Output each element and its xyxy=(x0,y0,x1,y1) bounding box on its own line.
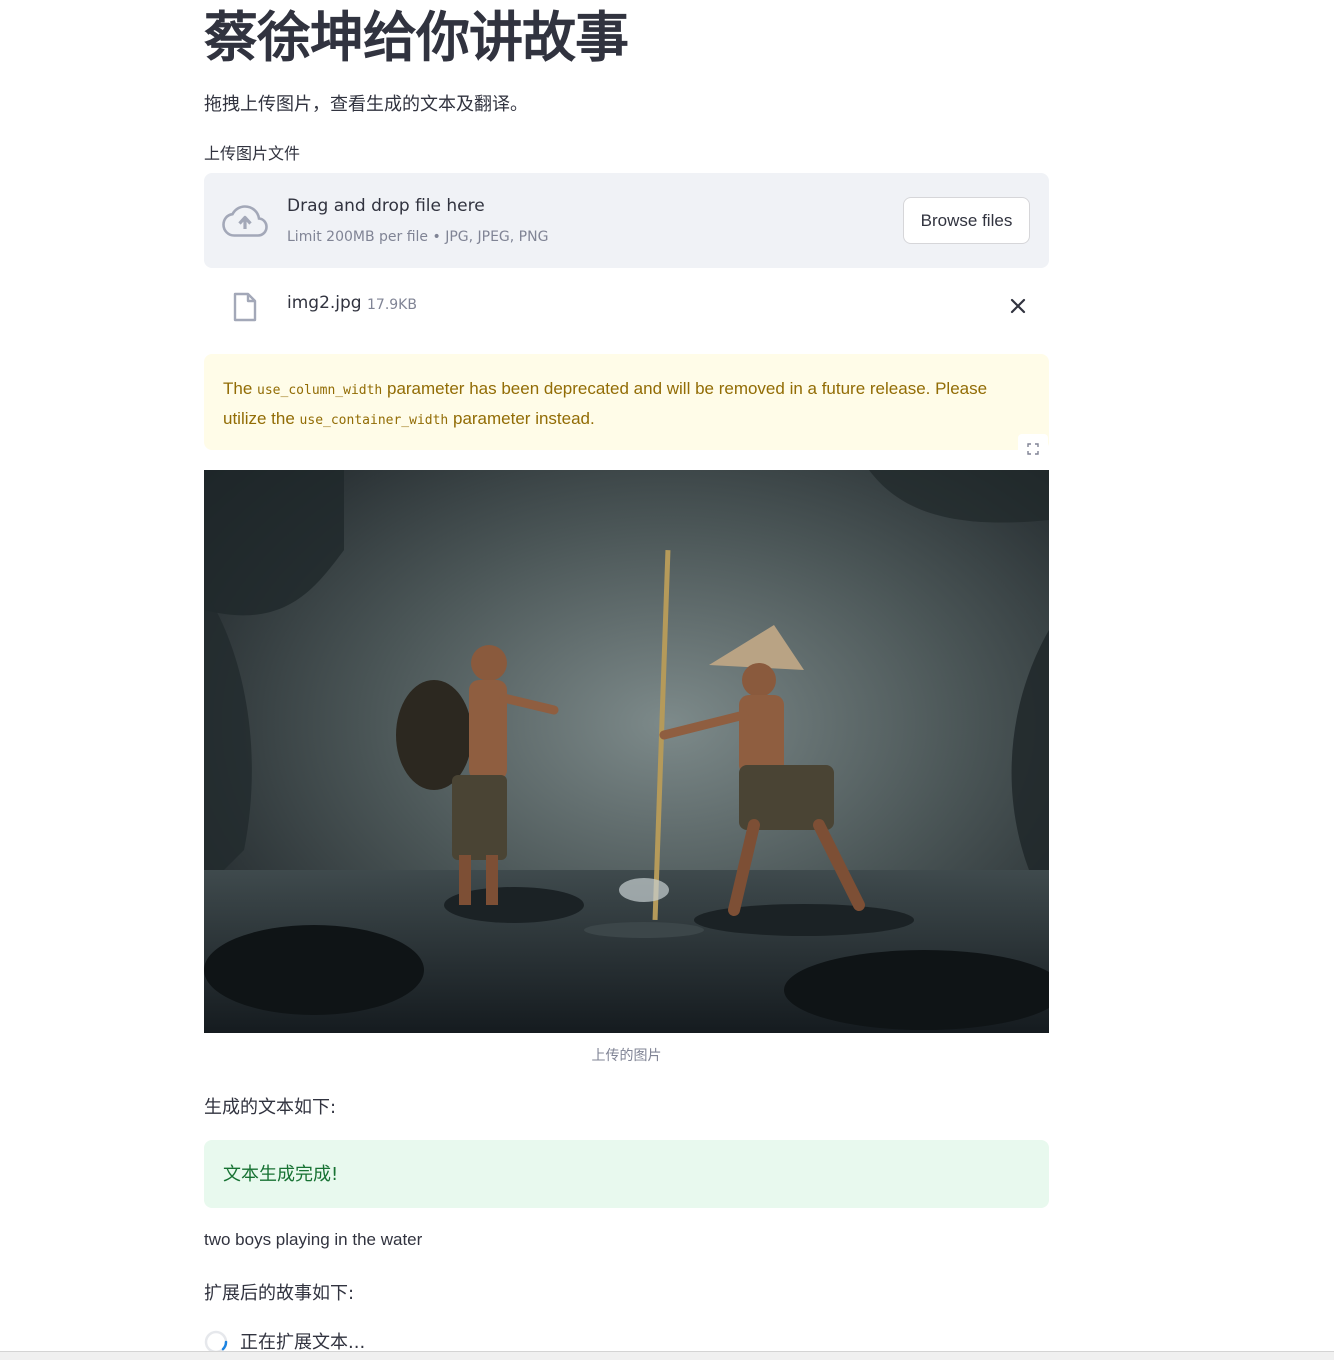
warning-code-1: use_column_width xyxy=(257,383,383,398)
page-title: 蔡徐坤给你讲故事 xyxy=(204,6,629,69)
fullscreen-icon xyxy=(1027,443,1039,455)
uploaded-photo xyxy=(204,470,1049,1033)
deprecation-warning: The use_column_width parameter has been … xyxy=(204,354,1049,450)
image-caption: 上传的图片 xyxy=(591,1048,662,1064)
file-icon xyxy=(233,292,257,322)
page-subtitle: 拖拽上传图片，查看生成的文本及翻译。 xyxy=(204,94,528,115)
browse-files-button[interactable]: Browse files xyxy=(903,197,1030,244)
success-message: 文本生成完成! xyxy=(223,1164,339,1185)
uploader-label: 上传图片文件 xyxy=(204,144,301,163)
uploaded-file-row: img2.jpg 17.9KB xyxy=(204,283,1049,329)
generated-text-label: 生成的文本如下: xyxy=(204,1097,337,1118)
generated-text: two boys playing in the water xyxy=(204,1230,423,1249)
uploaded-file-name: img2.jpg xyxy=(287,293,362,313)
warning-text-1: The xyxy=(223,379,258,398)
dropzone-hint: Limit 200MB per file • JPG, JPEG, PNG xyxy=(287,229,549,245)
fullscreen-button[interactable] xyxy=(1018,434,1048,464)
expanded-story-label: 扩展后的故事如下: xyxy=(204,1283,355,1304)
close-icon[interactable] xyxy=(1008,296,1028,316)
uploaded-file-size: 17.9KB xyxy=(367,297,417,313)
cloud-upload-icon xyxy=(222,205,268,237)
warning-text-3: parameter instead. xyxy=(448,409,595,428)
file-dropzone[interactable]: Drag and drop file here Limit 200MB per … xyxy=(204,173,1049,268)
dropzone-title: Drag and drop file here xyxy=(287,196,485,216)
warning-code-2: use_container_width xyxy=(299,413,449,428)
success-alert: 文本生成完成! xyxy=(204,1140,1049,1208)
